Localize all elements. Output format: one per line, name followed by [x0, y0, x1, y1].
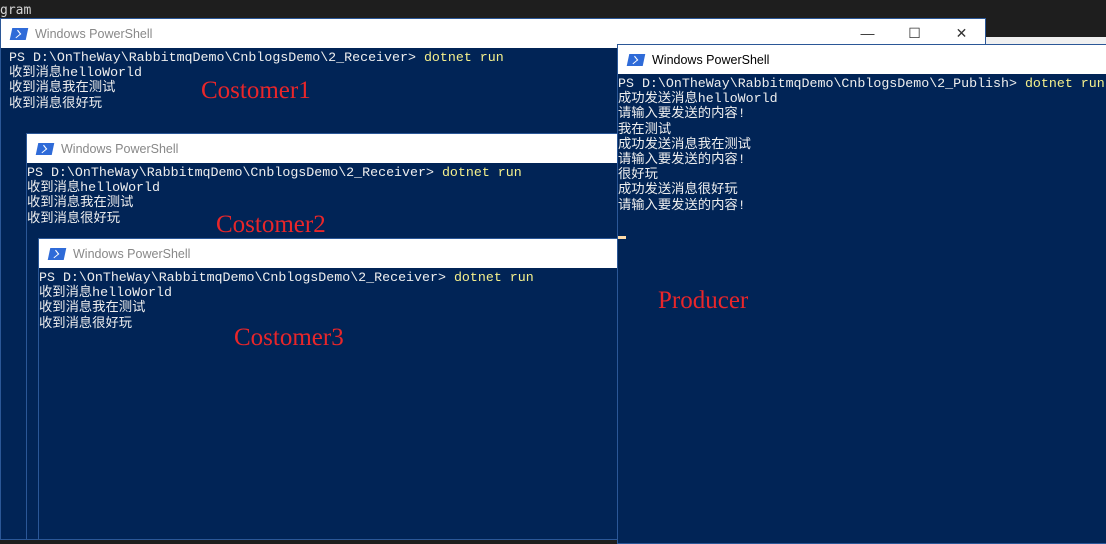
- prompt: PS D:\OnTheWay\RabbitmqDemo\CnblogsDemo\…: [39, 270, 454, 285]
- output-line: 收到消息很好玩: [9, 95, 103, 111]
- command: dotnet run: [423, 50, 504, 65]
- annotation-label: Producer: [658, 287, 749, 314]
- powershell-icon: [47, 247, 67, 260]
- window-title: Windows PowerShell: [652, 52, 770, 67]
- output-line: 收到消息我在测试: [39, 300, 146, 316]
- output-line: 收到消息helloWorld: [39, 285, 172, 301]
- input-line: 我在测试: [618, 121, 672, 137]
- annotation-label: Costomer2: [216, 211, 326, 238]
- output-line: 收到消息很好玩: [39, 315, 133, 331]
- title-bar[interactable]: Windows PowerShell: [39, 239, 627, 268]
- terminal-output[interactable]: PS D:\OnTheWay\RabbitmqDemo\CnblogsDemo\…: [39, 268, 627, 539]
- command: dotnet run: [453, 270, 534, 285]
- command: dotnet run: [441, 165, 522, 180]
- powershell-icon: [9, 27, 29, 40]
- window-title: Windows PowerShell: [73, 246, 191, 261]
- prompt: PS D:\OnTheWay\RabbitmqDemo\CnblogsDemo\…: [9, 50, 424, 65]
- output-line: 请输入要发送的内容!: [618, 106, 746, 122]
- output-line: 收到消息我在测试: [27, 195, 134, 211]
- command: dotnet run: [1024, 76, 1105, 91]
- output-line: 成功发送消息很好玩: [618, 182, 738, 198]
- background-editor-code: gram: [0, 3, 32, 18]
- output-line: 收到消息helloWorld: [27, 180, 160, 196]
- title-bar[interactable]: Windows PowerShell: [27, 134, 625, 163]
- title-bar[interactable]: Windows PowerShell: [618, 45, 1106, 74]
- output-line: 请输入要发送的内容!: [618, 197, 746, 213]
- annotation-label: Costomer3: [234, 324, 344, 351]
- powershell-icon: [626, 53, 646, 66]
- powershell-window-customer3[interactable]: Windows PowerShell PS D:\OnTheWay\Rabbit…: [38, 238, 628, 540]
- prompt: PS D:\OnTheWay\RabbitmqDemo\CnblogsDemo\…: [618, 76, 1025, 91]
- window-title: Windows PowerShell: [61, 141, 179, 156]
- output-line: 收到消息helloWorld: [9, 65, 142, 81]
- window-title: Windows PowerShell: [35, 26, 153, 41]
- output-line: 请输入要发送的内容!: [618, 152, 746, 168]
- annotation-label: Costomer1: [201, 77, 311, 104]
- output-line: 收到消息我在测试: [9, 80, 116, 96]
- input-line: 很好玩: [618, 167, 658, 183]
- powershell-window-producer[interactable]: Windows PowerShell PS D:\OnTheWay\Rabbit…: [617, 44, 1106, 544]
- prompt: PS D:\OnTheWay\RabbitmqDemo\CnblogsDemo\…: [27, 165, 442, 180]
- output-line: 成功发送消息helloWorld: [618, 91, 778, 107]
- output-line: 收到消息很好玩: [27, 210, 121, 226]
- powershell-icon: [35, 142, 55, 155]
- output-line: 成功发送消息我在测试: [618, 136, 751, 152]
- text-cursor: [618, 236, 626, 240]
